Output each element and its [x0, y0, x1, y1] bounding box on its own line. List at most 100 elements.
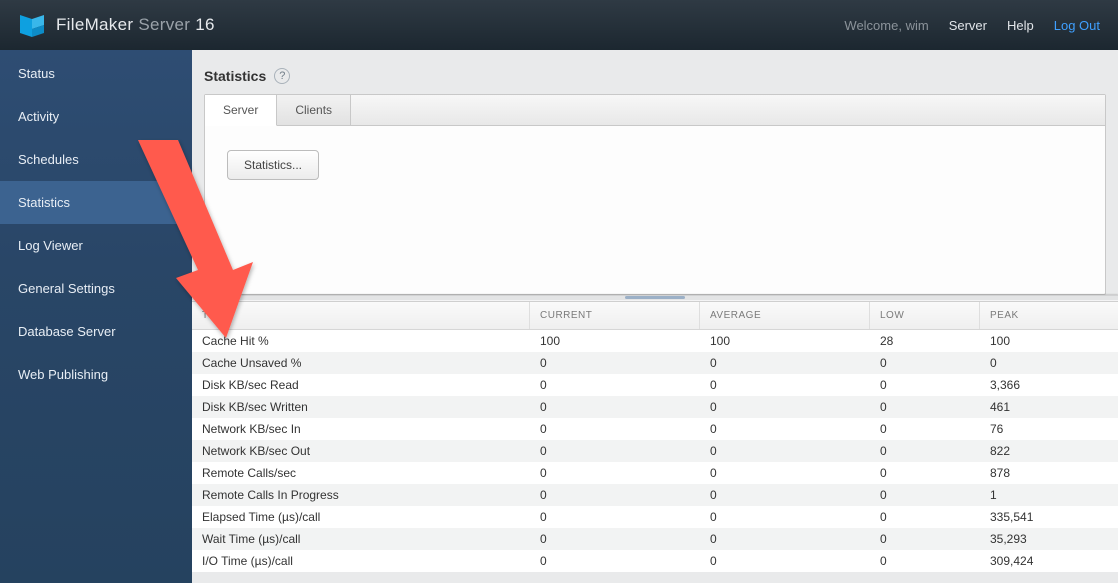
cell-peak: 878 — [980, 462, 1100, 484]
cell-type: Cache Unsaved % — [192, 352, 530, 374]
brand-part1: FileMaker — [56, 15, 133, 34]
table-rows: Cache Hit %10010028100Cache Unsaved %000… — [192, 330, 1118, 572]
cell-type: Network KB/sec In — [192, 418, 530, 440]
cell-type: Network KB/sec Out — [192, 440, 530, 462]
page-title: Statistics — [204, 68, 266, 84]
tab-panel: Server Clients Statistics... — [204, 94, 1106, 295]
table-row[interactable]: Cache Hit %10010028100 — [192, 330, 1118, 352]
splitter[interactable] — [192, 295, 1118, 301]
table-row[interactable]: Network KB/sec In00076 — [192, 418, 1118, 440]
brand-part2: Server — [138, 15, 190, 34]
cell-type: I/O Time (µs)/call — [192, 550, 530, 572]
tab-clients[interactable]: Clients — [277, 95, 351, 125]
cell-current: 0 — [530, 506, 700, 528]
cell-average: 0 — [700, 528, 870, 550]
cell-peak: 309,424 — [980, 550, 1100, 572]
table-row[interactable]: Disk KB/sec Read0003,366 — [192, 374, 1118, 396]
cell-average: 100 — [700, 330, 870, 352]
cell-peak: 822 — [980, 440, 1100, 462]
table-header-row: TYPE CURRENT AVERAGE LOW PEAK — [192, 302, 1118, 330]
cell-type: Wait Time (µs)/call — [192, 528, 530, 550]
statistics-settings-button[interactable]: Statistics... — [227, 150, 319, 180]
welcome-text: Welcome, wim — [844, 18, 928, 33]
help-icon[interactable]: ? — [274, 68, 290, 84]
cell-low: 0 — [870, 352, 980, 374]
table-row[interactable]: Network KB/sec Out000822 — [192, 440, 1118, 462]
cell-peak: 335,541 — [980, 506, 1100, 528]
cell-low: 0 — [870, 440, 980, 462]
col-low[interactable]: LOW — [870, 302, 980, 329]
logout-link[interactable]: Log Out — [1054, 18, 1100, 33]
cell-average: 0 — [700, 418, 870, 440]
tab-server[interactable]: Server — [205, 95, 277, 126]
cell-current: 0 — [530, 396, 700, 418]
splitter-handle-icon[interactable] — [625, 296, 685, 299]
cell-current: 0 — [530, 352, 700, 374]
sidebar: Status Activity Schedules Statistics Log… — [0, 50, 192, 583]
col-current[interactable]: CURRENT — [530, 302, 700, 329]
cell-average: 0 — [700, 484, 870, 506]
cell-type: Remote Calls In Progress — [192, 484, 530, 506]
brand-part3: 16 — [195, 15, 215, 34]
help-link[interactable]: Help — [1007, 18, 1034, 33]
sidebar-item-general-settings[interactable]: General Settings — [0, 267, 192, 310]
cell-peak: 35,293 — [980, 528, 1100, 550]
cell-peak: 76 — [980, 418, 1100, 440]
cell-average: 0 — [700, 506, 870, 528]
tab-body: Statistics... — [205, 126, 1105, 294]
server-link[interactable]: Server — [949, 18, 987, 33]
cell-current: 100 — [530, 330, 700, 352]
cell-type: Remote Calls/sec — [192, 462, 530, 484]
cell-average: 0 — [700, 462, 870, 484]
col-average[interactable]: AVERAGE — [700, 302, 870, 329]
cell-current: 0 — [530, 374, 700, 396]
sidebar-item-database-server[interactable]: Database Server — [0, 310, 192, 353]
page-body: Status Activity Schedules Statistics Log… — [0, 50, 1118, 583]
cell-peak: 0 — [980, 352, 1100, 374]
cell-low: 0 — [870, 484, 980, 506]
cell-low: 0 — [870, 462, 980, 484]
cell-low: 0 — [870, 374, 980, 396]
table-row[interactable]: Remote Calls/sec000878 — [192, 462, 1118, 484]
cell-peak: 461 — [980, 396, 1100, 418]
col-type[interactable]: TYPE — [192, 302, 530, 329]
cell-current: 0 — [530, 484, 700, 506]
cell-low: 0 — [870, 396, 980, 418]
table-row[interactable]: Remote Calls In Progress0001 — [192, 484, 1118, 506]
cell-low: 0 — [870, 550, 980, 572]
brand-text: FileMaker Server 16 — [56, 15, 215, 35]
cell-current: 0 — [530, 440, 700, 462]
cell-low: 0 — [870, 506, 980, 528]
sidebar-item-web-publishing[interactable]: Web Publishing — [0, 353, 192, 396]
table-row[interactable]: Cache Unsaved %0000 — [192, 352, 1118, 374]
sidebar-item-log-viewer[interactable]: Log Viewer — [0, 224, 192, 267]
cell-peak: 100 — [980, 330, 1100, 352]
cell-low: 0 — [870, 528, 980, 550]
cell-average: 0 — [700, 440, 870, 462]
topbar: FileMaker Server 16 Welcome, wim Server … — [0, 0, 1118, 50]
cell-average: 0 — [700, 550, 870, 572]
table-row[interactable]: Disk KB/sec Written000461 — [192, 396, 1118, 418]
filemaker-logo-icon — [18, 11, 46, 39]
sidebar-item-activity[interactable]: Activity — [0, 95, 192, 138]
cell-peak: 1 — [980, 484, 1100, 506]
sidebar-item-schedules[interactable]: Schedules — [0, 138, 192, 181]
cell-current: 0 — [530, 418, 700, 440]
cell-peak: 3,366 — [980, 374, 1100, 396]
cell-type: Disk KB/sec Read — [192, 374, 530, 396]
cell-type: Disk KB/sec Written — [192, 396, 530, 418]
sidebar-item-status[interactable]: Status — [0, 52, 192, 95]
cell-average: 0 — [700, 374, 870, 396]
cell-current: 0 — [530, 528, 700, 550]
cell-current: 0 — [530, 462, 700, 484]
col-peak[interactable]: PEAK — [980, 302, 1100, 329]
cell-low: 28 — [870, 330, 980, 352]
sidebar-item-statistics[interactable]: Statistics — [0, 181, 192, 224]
table-row[interactable]: Wait Time (µs)/call00035,293 — [192, 528, 1118, 550]
table-row[interactable]: I/O Time (µs)/call000309,424 — [192, 550, 1118, 572]
cell-type: Cache Hit % — [192, 330, 530, 352]
page-header: Statistics ? — [192, 50, 1118, 94]
cell-average: 0 — [700, 396, 870, 418]
stats-table: TYPE CURRENT AVERAGE LOW PEAK Cache Hit … — [192, 301, 1118, 572]
table-row[interactable]: Elapsed Time (µs)/call000335,541 — [192, 506, 1118, 528]
